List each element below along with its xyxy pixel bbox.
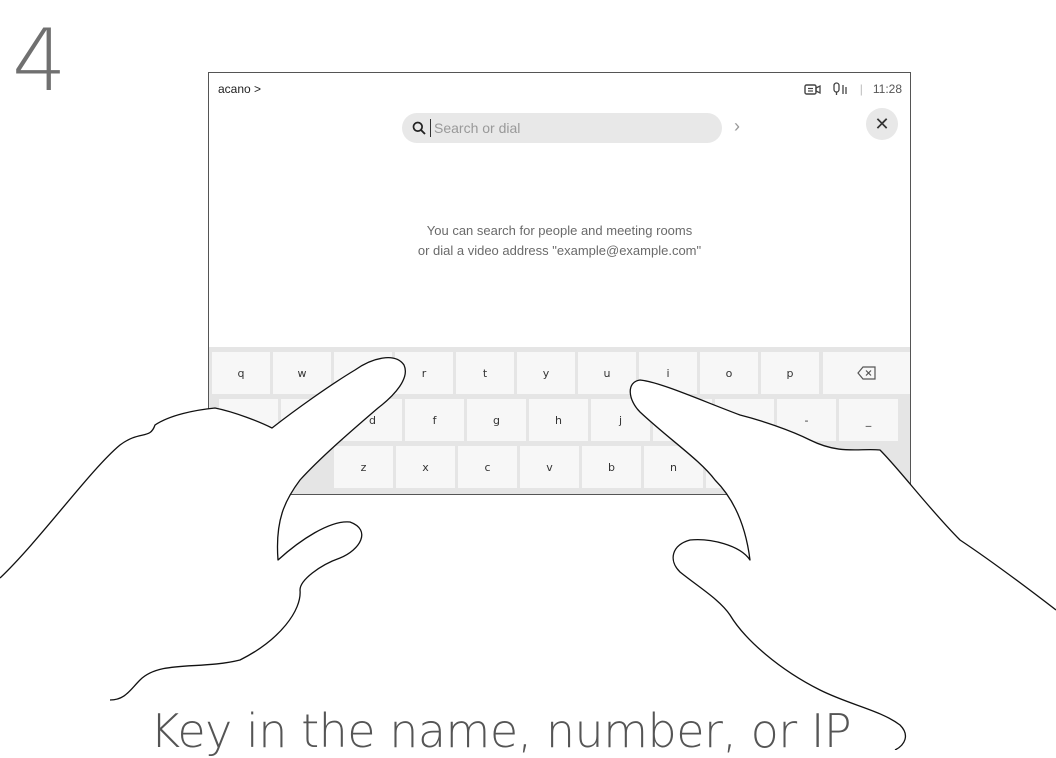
instruction-caption: Key in the name, number, or IP bbox=[150, 704, 852, 758]
right-hand bbox=[629, 379, 1056, 750]
hands-illustration bbox=[0, 357, 1056, 750]
left-hand bbox=[0, 357, 406, 701]
